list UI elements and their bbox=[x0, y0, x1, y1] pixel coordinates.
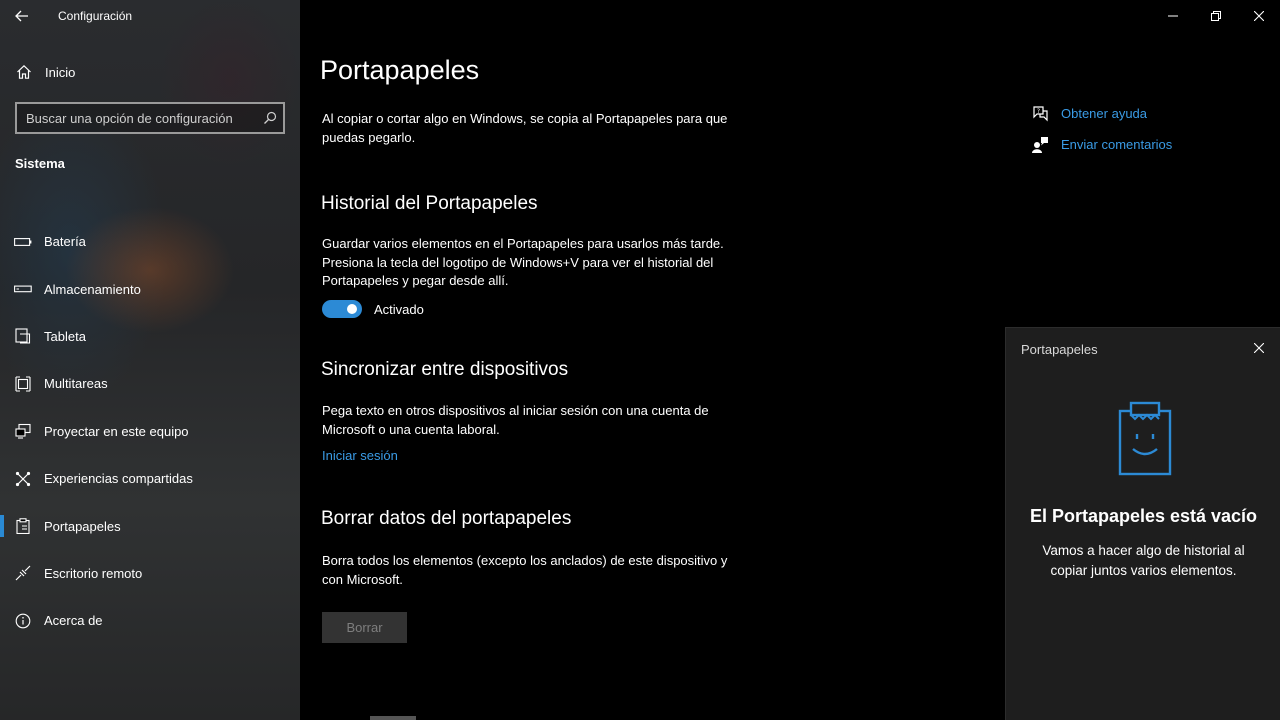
clipboard-flyout: Portapapeles El Portapapeles está vacío … bbox=[1005, 327, 1280, 720]
section-heading: Sistema bbox=[15, 156, 65, 171]
sidebar-item-label: Acerca de bbox=[44, 613, 103, 629]
restore-button[interactable] bbox=[1194, 0, 1237, 32]
battery-icon bbox=[14, 233, 32, 251]
back-arrow-icon bbox=[15, 10, 28, 22]
nav-home-label: Inicio bbox=[45, 64, 76, 80]
sidebar-item-almacenamiento[interactable]: Almacenamiento bbox=[0, 265, 300, 312]
sidebar-item-portapapeles[interactable]: Portapapeles bbox=[0, 502, 300, 549]
info-icon bbox=[14, 612, 32, 630]
sidebar-item-label: Tableta bbox=[44, 328, 86, 344]
sidebar-item-label: Multitareas bbox=[44, 376, 108, 392]
feedback-icon bbox=[1030, 135, 1050, 155]
search-input[interactable] bbox=[17, 104, 248, 132]
page-title: Portapapeles bbox=[320, 55, 480, 85]
sidebar-item-acerca-de[interactable]: Acerca de bbox=[0, 597, 300, 644]
toggle-knob bbox=[347, 304, 357, 314]
close-window-button[interactable] bbox=[1237, 0, 1280, 32]
sidebar-item-label: Escritorio remoto bbox=[44, 565, 143, 581]
flyout-title: Portapapeles bbox=[1021, 342, 1098, 357]
sidebar: Configuración Inicio Sistema bbox=[0, 0, 300, 720]
minimize-button[interactable] bbox=[1151, 0, 1194, 32]
taskbar-sliver bbox=[370, 716, 416, 720]
get-help-link[interactable]: ? Obtener ayuda bbox=[1030, 98, 1172, 129]
sidebar-item-bateria[interactable]: Batería bbox=[0, 218, 300, 265]
sidebar-item-label: Experiencias compartidas bbox=[44, 471, 193, 487]
multitasking-icon bbox=[14, 375, 32, 393]
window-controls bbox=[1151, 0, 1280, 32]
back-button[interactable] bbox=[0, 0, 44, 32]
sidebar-item-multitareas[interactable]: Multitareas bbox=[0, 360, 300, 407]
storage-icon bbox=[14, 280, 32, 298]
history-toggle-row: Activado bbox=[322, 300, 424, 318]
sync-description: Pega texto en otros dispositivos al inic… bbox=[322, 403, 709, 437]
remote-desktop-icon bbox=[14, 564, 32, 582]
sync-heading: Sincronizar entre dispositivos bbox=[321, 359, 569, 380]
history-description: Guardar varios elementos en el Portapape… bbox=[322, 236, 724, 288]
intro-text: Al copiar o cortar algo en Windows, se c… bbox=[322, 111, 728, 145]
sign-in-link[interactable]: Iniciar sesión bbox=[322, 448, 398, 463]
help-chat-icon: ? bbox=[1030, 104, 1050, 124]
settings-window: Configuración Inicio Sistema bbox=[0, 0, 1280, 720]
flyout-close-button[interactable] bbox=[1247, 336, 1271, 360]
send-feedback-label: Enviar comentarios bbox=[1061, 137, 1173, 152]
flyout-text: Vamos a hacer algo de historial al copia… bbox=[1042, 543, 1245, 578]
history-toggle[interactable] bbox=[322, 300, 362, 318]
help-links: ? Obtener ayuda Enviar comentarios bbox=[1030, 98, 1172, 160]
title-bar: Configuración bbox=[0, 0, 300, 32]
flyout-heading: El Portapapeles está vacío bbox=[1029, 506, 1258, 526]
sidebar-item-label: Portapapeles bbox=[44, 518, 121, 534]
app-title: Configuración bbox=[58, 9, 133, 23]
send-feedback-link[interactable]: Enviar comentarios bbox=[1030, 129, 1172, 160]
sidebar-item-proyectar[interactable]: Proyectar en este equipo bbox=[0, 408, 300, 455]
sidebar-item-tableta[interactable]: Tableta bbox=[0, 313, 300, 360]
project-icon bbox=[14, 422, 32, 440]
clear-description: Borra todos los elementos (excepto los a… bbox=[322, 553, 728, 587]
empty-clipboard-illustration bbox=[1115, 399, 1175, 479]
close-icon bbox=[1253, 11, 1264, 21]
restore-icon bbox=[1210, 11, 1221, 21]
history-heading: Historial del Portapapeles bbox=[321, 193, 538, 214]
sidebar-item-label: Batería bbox=[44, 234, 86, 250]
minimize-icon bbox=[1167, 15, 1178, 17]
clipboard-icon bbox=[14, 517, 32, 535]
clear-heading: Borrar datos del portapapeles bbox=[321, 508, 572, 529]
sidebar-item-label: Proyectar en este equipo bbox=[44, 423, 189, 439]
get-help-label: Obtener ayuda bbox=[1061, 106, 1148, 121]
nav-home[interactable]: Inicio bbox=[0, 56, 300, 88]
nav-list: Batería Almacenamiento Tableta Multitare… bbox=[0, 218, 300, 645]
home-icon bbox=[15, 63, 33, 81]
sidebar-item-label: Almacenamiento bbox=[44, 281, 141, 297]
shared-experiences-icon bbox=[14, 470, 32, 488]
close-icon bbox=[1254, 343, 1264, 353]
sidebar-item-experiencias[interactable]: Experiencias compartidas bbox=[0, 455, 300, 502]
search-icon[interactable] bbox=[257, 105, 283, 131]
toggle-label: Activado bbox=[374, 301, 424, 317]
svg-text:?: ? bbox=[1037, 108, 1040, 115]
tablet-icon bbox=[14, 327, 32, 345]
sidebar-item-escritorio-remoto[interactable]: Escritorio remoto bbox=[0, 550, 300, 597]
search-box bbox=[15, 102, 285, 134]
clear-button[interactable]: Borrar bbox=[322, 612, 407, 643]
